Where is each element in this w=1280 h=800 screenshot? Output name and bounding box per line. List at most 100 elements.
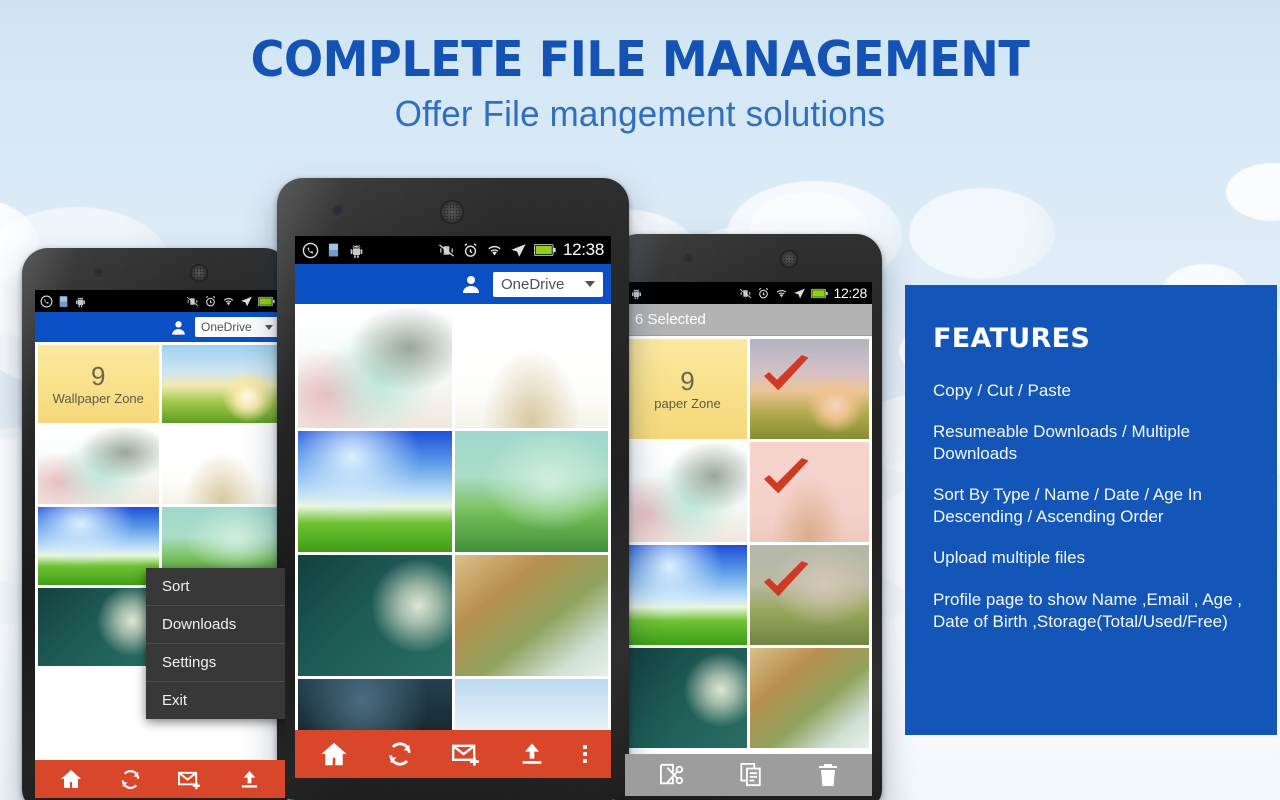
android-icon: [348, 242, 365, 259]
whatsapp-icon: [302, 242, 319, 259]
phone-left: OneDrive 9 Wallpaper Zone Sort Downloads…: [22, 248, 290, 800]
alarm-icon: [462, 242, 479, 259]
new-mail-icon[interactable]: [177, 768, 202, 791]
battery-icon: [533, 243, 556, 257]
wifi-icon: [775, 287, 788, 300]
cut-icon[interactable]: [659, 763, 685, 787]
phone-right: 12:28 6 Selected 9 paper Zone: [612, 234, 882, 800]
image-tile[interactable]: [38, 426, 159, 504]
image-tile[interactable]: [298, 555, 452, 676]
page-subtitle: Offer File mangement solutions: [394, 93, 886, 135]
thumbnail-image: [750, 648, 869, 748]
home-icon[interactable]: [319, 739, 349, 769]
folder-count-left: 9: [91, 360, 106, 391]
image-tile[interactable]: [38, 588, 159, 666]
image-tile-selected[interactable]: [750, 339, 869, 439]
earpiece-speaker-icon: [190, 264, 208, 282]
folder-tile-right[interactable]: 9 paper Zone: [628, 339, 747, 439]
status-clock-center: 12:38: [562, 240, 604, 259]
phone-center-screen: 12:38 OneDrive: [295, 236, 611, 778]
alarm-icon: [757, 287, 770, 300]
copy-icon[interactable]: [740, 763, 763, 787]
status-clock-right: 12:28: [833, 285, 867, 301]
menu-item-downloads[interactable]: Downloads: [146, 606, 285, 644]
location-icon: [510, 242, 527, 259]
thumbnail-image: [298, 307, 452, 428]
check-icon: [760, 450, 812, 508]
image-tile[interactable]: [454, 307, 608, 428]
thumbnail-image: [298, 431, 452, 552]
folder-label-right: paper Zone: [654, 395, 721, 411]
folder-tile-left[interactable]: 9 Wallpaper Zone: [38, 345, 159, 423]
feature-item: Resumeable Downloads / Multiple Download…: [933, 422, 1191, 464]
vibrate-icon: [438, 242, 455, 259]
page-title: COMPLETE FILE MANAGEMENT: [250, 31, 1030, 88]
menu-item-exit[interactable]: Exit: [146, 682, 285, 719]
account-icon[interactable]: [459, 272, 483, 296]
feature-item: Upload multiple files: [933, 548, 1086, 568]
image-tile-selected[interactable]: [750, 442, 869, 542]
new-mail-icon[interactable]: [450, 740, 482, 768]
sim-card-icon: [59, 295, 68, 308]
image-tile[interactable]: [454, 431, 608, 552]
account-icon[interactable]: [169, 318, 188, 337]
thumbnail-image: [628, 545, 747, 645]
wifi-icon: [222, 295, 235, 308]
thumbnail-image: [38, 588, 159, 666]
alarm-icon: [204, 295, 217, 308]
whatsapp-icon: [40, 295, 53, 308]
image-tile[interactable]: [750, 648, 869, 748]
thumbnail-image: [161, 426, 282, 504]
vibrate-icon: [186, 295, 199, 308]
image-tile[interactable]: [454, 555, 608, 676]
folder-label-left: Wallpaper Zone: [52, 390, 144, 406]
android-icon: [630, 287, 643, 300]
battery-icon: [811, 288, 829, 299]
front-camera-icon: [332, 205, 343, 216]
feature-item: Copy / Cut / Paste: [933, 381, 1071, 400]
thumbnail-image: [161, 345, 282, 423]
menu-item-settings[interactable]: Settings: [146, 644, 285, 682]
storage-provider-spinner-left[interactable]: OneDrive: [195, 317, 279, 337]
spinner-value-center: OneDrive: [501, 275, 565, 293]
location-icon: [240, 295, 253, 308]
upload-icon[interactable]: [518, 740, 546, 768]
thumbnail-image: [38, 507, 159, 585]
refresh-icon[interactable]: [119, 768, 142, 791]
front-camera-icon: [684, 254, 693, 263]
features-heading: FEATURES: [933, 323, 1091, 354]
vibrate-icon: [739, 287, 752, 300]
overflow-icon[interactable]: [582, 745, 587, 763]
image-tile-selected[interactable]: [750, 545, 869, 645]
android-icon: [74, 295, 87, 308]
image-tile[interactable]: [161, 426, 282, 504]
status-bar-left: [35, 290, 285, 312]
feature-item: Profile page to show Name ,Email , Age ,…: [933, 589, 1242, 631]
overflow-menu-left[interactable]: Sort Downloads Settings Exit: [146, 568, 285, 719]
front-camera-icon: [94, 268, 103, 277]
features-list: Copy / Cut / Paste Resumeable Downloads …: [933, 380, 1249, 633]
storage-provider-spinner-center[interactable]: OneDrive: [493, 271, 603, 297]
headline-block: COMPLETE FILE MANAGEMENT Offer File mang…: [0, 34, 1280, 135]
upload-icon[interactable]: [238, 768, 261, 791]
image-tile[interactable]: [628, 545, 747, 645]
file-grid-right: 9 paper Zone: [625, 336, 872, 751]
sim-card-icon: [328, 242, 339, 258]
delete-icon[interactable]: [818, 763, 838, 787]
app-bar-left: OneDrive: [35, 312, 285, 342]
image-tile[interactable]: [628, 442, 747, 542]
spinner-value-left: OneDrive: [201, 320, 252, 334]
image-tile[interactable]: [298, 431, 452, 552]
image-tile[interactable]: [628, 648, 747, 748]
earpiece-speaker-icon: [440, 200, 464, 224]
chevron-down-icon: [585, 281, 595, 287]
image-tile[interactable]: [161, 345, 282, 423]
selection-action-bar: 6 Selected: [625, 304, 872, 336]
image-tile[interactable]: [38, 507, 159, 585]
thumbnail-image: [454, 431, 608, 552]
image-tile[interactable]: [298, 307, 452, 428]
home-icon[interactable]: [59, 767, 83, 791]
thumbnail-image: [454, 555, 608, 676]
refresh-icon[interactable]: [386, 740, 414, 768]
menu-item-sort[interactable]: Sort: [146, 568, 285, 606]
